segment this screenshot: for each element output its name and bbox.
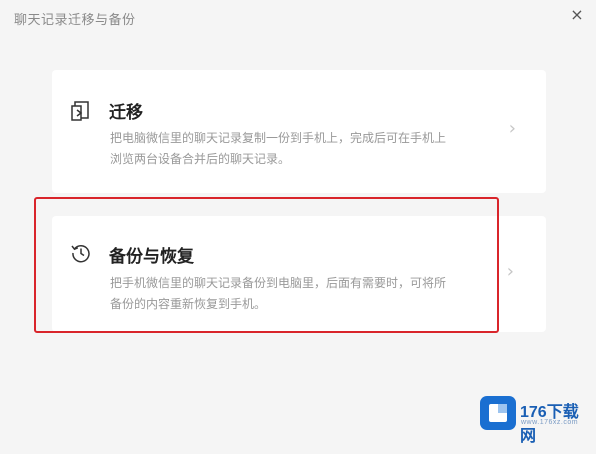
cube-logo-icon (480, 396, 516, 430)
chevron-right-icon: › (508, 118, 516, 139)
backup-restore-title: 备份与恢复 (109, 247, 194, 267)
migrate-description: 把电脑微信里的聊天记录复制一份到手机上，完成后可在手机上浏览两台设备合并后的聊天… (110, 131, 447, 166)
close-button[interactable]: × (566, 3, 588, 25)
watermark-url: www.176xz.com (521, 419, 579, 426)
backup-restore-description: 把手机微信里的聊天记录备份到电脑里，后面有需要时，可将所备份的内容重新恢复到手机… (110, 276, 447, 311)
migrate-icon (70, 100, 92, 122)
migrate-option-card[interactable]: 迁移 把电脑微信里的聊天记录复制一份到手机上，完成后可在手机上浏览两台设备合并后… (52, 70, 546, 193)
migrate-title: 迁移 (109, 103, 143, 123)
window-title: 聊天记录迁移与备份 (14, 13, 136, 28)
site-watermark: 176下载网 www.176xz.com (474, 388, 592, 445)
backup-restore-option-card[interactable]: 备份与恢复 把手机微信里的聊天记录备份到电脑里，后面有需要时，可将所备份的内容重… (52, 216, 546, 332)
title-bar: 聊天记录迁移与备份 × (0, 0, 596, 36)
history-clock-icon (70, 242, 92, 264)
chevron-right-icon: › (506, 261, 514, 282)
